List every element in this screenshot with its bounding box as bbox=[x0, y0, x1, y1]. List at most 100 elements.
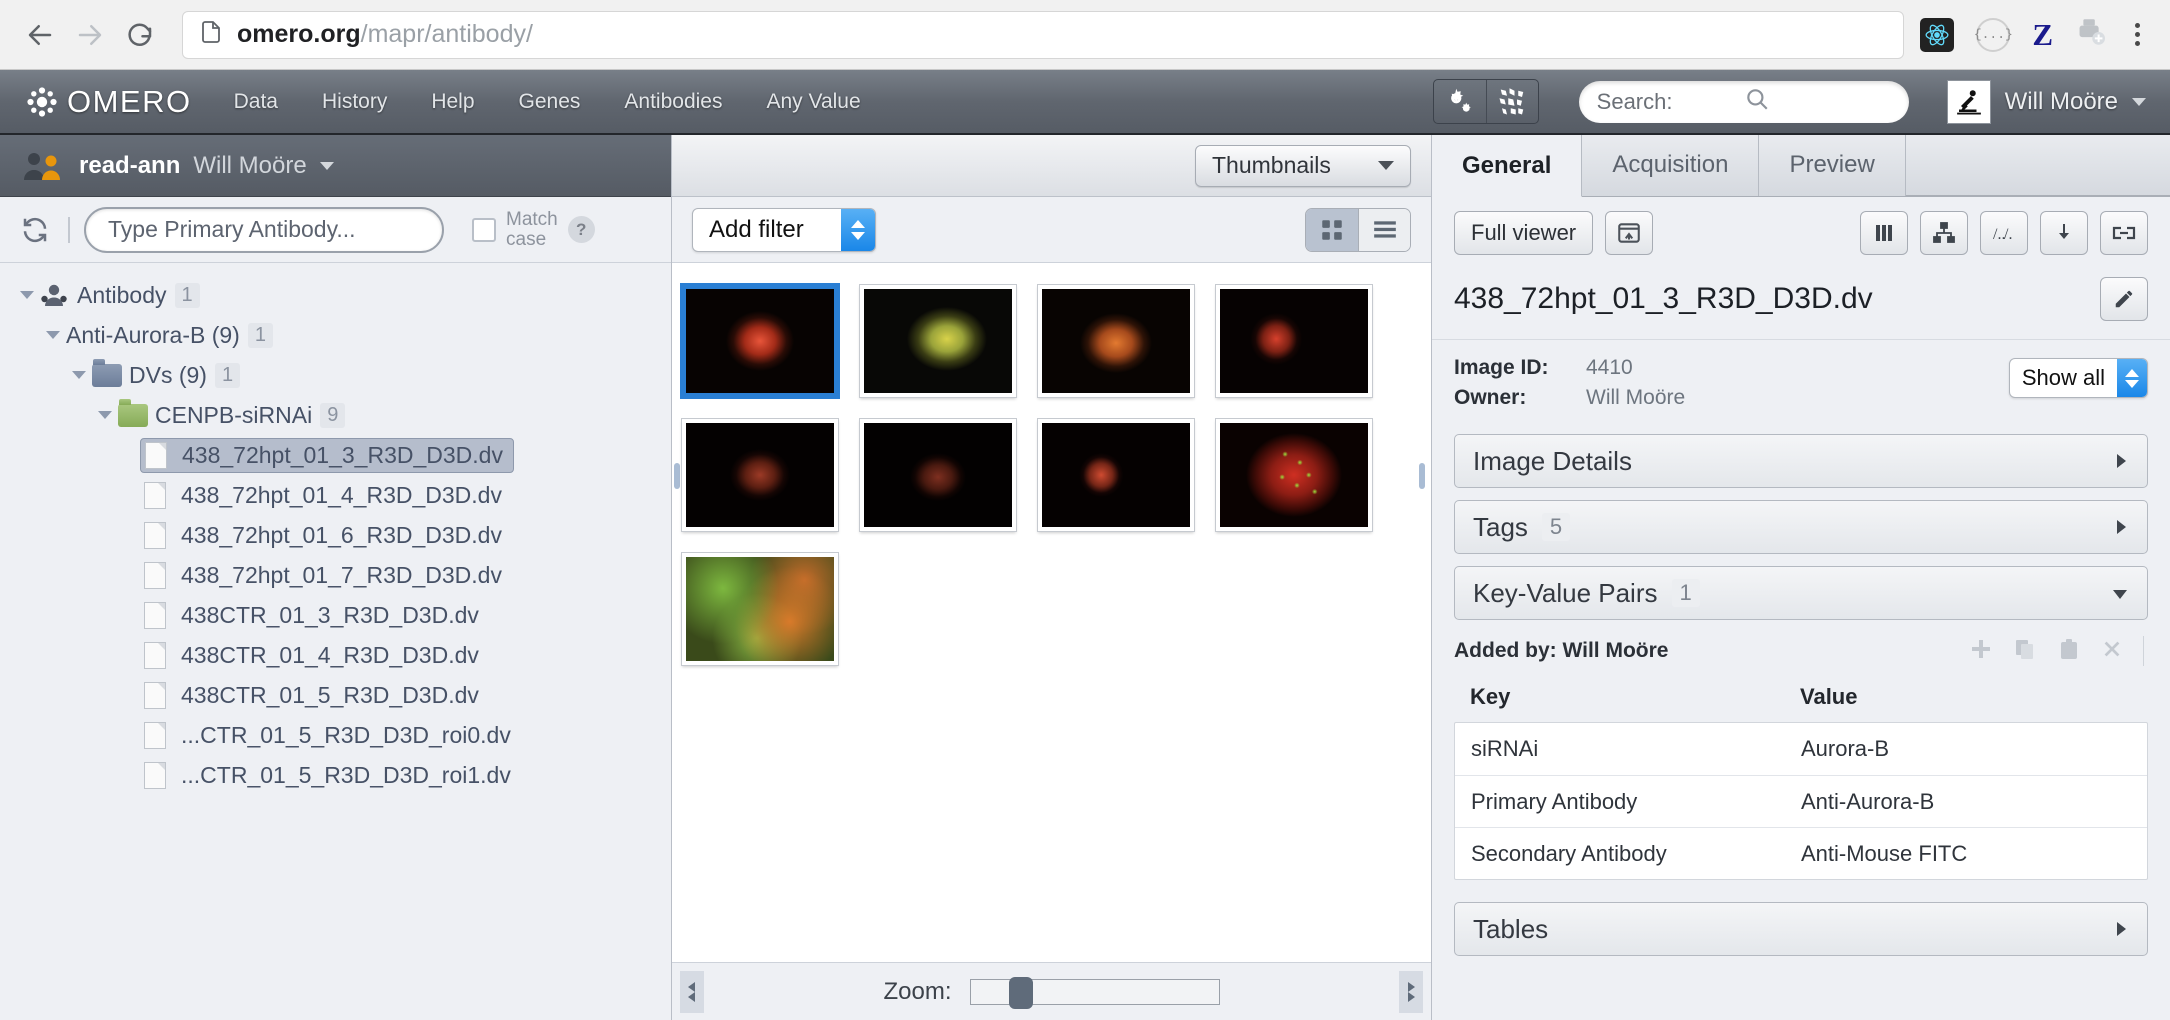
search-input[interactable]: Search: bbox=[1578, 80, 1909, 123]
tree-item-file[interactable]: 438CTR_01_4_R3D_D3D.dv bbox=[0, 635, 671, 675]
tree-item-file[interactable]: 438CTR_01_5_R3D_D3D.dv bbox=[0, 675, 671, 715]
thumbnail-item[interactable] bbox=[682, 553, 838, 665]
nav-item-any-value[interactable]: Any Value bbox=[744, 82, 882, 122]
thumbnail-item[interactable] bbox=[682, 419, 838, 531]
primary-antibody-input[interactable]: Type Primary Antibody... bbox=[84, 206, 444, 253]
accordion-tags[interactable]: Tags 5 bbox=[1454, 500, 2148, 554]
zoom-slider-handle[interactable] bbox=[1008, 976, 1033, 1009]
file bbox=[144, 561, 174, 589]
kv-table-row[interactable]: Primary Antibody Anti-Aurora-B bbox=[1455, 775, 2147, 827]
chrome-menu-icon[interactable] bbox=[2129, 23, 2146, 46]
thumbnail-item[interactable] bbox=[1038, 285, 1194, 397]
microscope-icon[interactable] bbox=[1946, 79, 1991, 124]
list-view-button[interactable] bbox=[1358, 208, 1410, 251]
zoom-slider[interactable] bbox=[969, 976, 1220, 1009]
roi-icon[interactable]: /../. bbox=[1980, 211, 2028, 255]
tree-twisty-icon[interactable] bbox=[14, 291, 40, 299]
gear-icon[interactable] bbox=[1434, 80, 1486, 123]
nav-item-help[interactable]: Help bbox=[409, 82, 496, 122]
thumbnail-item[interactable] bbox=[1216, 419, 1372, 531]
match-case-checkbox[interactable] bbox=[472, 217, 496, 242]
tree-item-node[interactable]: Anti-Aurora-B (9) 1 bbox=[0, 315, 671, 355]
refresh-icon[interactable] bbox=[16, 215, 54, 245]
figures-icon[interactable] bbox=[1485, 80, 1538, 123]
tree-item-node[interactable]: DVs (9) 1 bbox=[0, 355, 671, 395]
zotero-icon[interactable]: Z bbox=[2032, 17, 2053, 53]
collapse-left-icon[interactable] bbox=[680, 970, 704, 1013]
add-filter-stepper-icon[interactable] bbox=[841, 208, 875, 251]
tree-item-content: 438_72hpt_01_6_R3D_D3D.dv bbox=[144, 521, 502, 549]
kv-actions-divider bbox=[2143, 636, 2144, 666]
thumbnail-item[interactable] bbox=[1216, 285, 1372, 397]
tree-item-file[interactable]: 438_72hpt_01_7_R3D_D3D.dv bbox=[0, 555, 671, 595]
tab-preview[interactable]: Preview bbox=[1759, 134, 1906, 196]
back-button[interactable] bbox=[18, 13, 62, 57]
tree-twisty-icon[interactable] bbox=[66, 371, 92, 379]
print-icon[interactable] bbox=[2075, 18, 2107, 51]
address-bar[interactable]: omero.org/mapr/antibody/ bbox=[182, 10, 1905, 59]
view-mode-dropdown[interactable]: Thumbnails bbox=[1195, 144, 1411, 187]
tree-item-node[interactable]: CENPB-siRNAi 9 bbox=[0, 395, 671, 435]
nav-item-antibodies[interactable]: Antibodies bbox=[602, 82, 744, 122]
show-all-label: Show all bbox=[2021, 365, 2105, 390]
thumbnail-item[interactable] bbox=[860, 285, 1016, 397]
tree-item-node[interactable]: Antibody 1 bbox=[0, 275, 671, 315]
link-icon[interactable] bbox=[2100, 211, 2148, 255]
accordion-tables[interactable]: Tables bbox=[1454, 902, 2148, 956]
edit-name-icon[interactable] bbox=[2100, 277, 2148, 321]
add-icon[interactable] bbox=[1969, 637, 1993, 666]
omero-header: OMERO Data History Help Genes Antibodies… bbox=[0, 70, 2170, 135]
tree-item-file[interactable]: 438_72hpt_01_4_R3D_D3D.dv bbox=[0, 475, 671, 515]
paste-icon[interactable] bbox=[2057, 637, 2081, 666]
accordion-image-details[interactable]: Image Details bbox=[1454, 434, 2148, 488]
full-viewer-button[interactable]: Full viewer bbox=[1454, 211, 1594, 255]
omero-logo[interactable]: OMERO bbox=[0, 84, 212, 120]
tab-general[interactable]: General bbox=[1432, 135, 1583, 197]
right-tabs: General Acquisition Preview bbox=[1432, 134, 2170, 197]
tree-item-file[interactable]: 438_72hpt_01_3_R3D_D3D.dv bbox=[0, 435, 671, 475]
tree-item-label: ...CTR_01_5_R3D_D3D_roi0.dv bbox=[181, 721, 511, 748]
match-case-control[interactable]: Match case ? bbox=[472, 209, 595, 250]
nav-item-genes[interactable]: Genes bbox=[497, 82, 603, 122]
user-icon bbox=[40, 282, 70, 308]
nav-item-data[interactable]: Data bbox=[212, 82, 300, 122]
meta-value-owner: Will Moöre bbox=[1586, 386, 1686, 409]
forward-button[interactable] bbox=[68, 13, 112, 57]
view-toggle-group bbox=[1305, 207, 1411, 252]
tree-item-file[interactable]: ...CTR_01_5_R3D_D3D_roi1.dv bbox=[0, 755, 671, 795]
show-all-stepper-icon[interactable] bbox=[2117, 359, 2147, 397]
json-viewer-icon[interactable]: {...} bbox=[1974, 17, 2013, 52]
tree-item-file[interactable]: 438_72hpt_01_6_R3D_D3D.dv bbox=[0, 515, 671, 555]
user-menu[interactable]: Will Moöre bbox=[1946, 79, 2146, 124]
tree-item-badge: 1 bbox=[174, 282, 200, 308]
tree-twisty-icon[interactable] bbox=[92, 411, 118, 419]
group-selector[interactable]: read-ann Will Moöre bbox=[0, 135, 671, 197]
tree-item-file[interactable]: 438CTR_01_3_R3D_D3D.dv bbox=[0, 595, 671, 635]
tree-item-label: ...CTR_01_5_R3D_D3D_roi1.dv bbox=[181, 761, 511, 788]
meta-key-image-id: Image ID: bbox=[1454, 356, 1549, 379]
grid-view-button[interactable] bbox=[1306, 208, 1358, 251]
kv-table-row[interactable]: Secondary Antibody Anti-Mouse FITC bbox=[1455, 827, 2147, 879]
accordion-key-value-pairs[interactable]: Key-Value Pairs 1 bbox=[1454, 566, 2148, 620]
add-filter-select[interactable]: Add filter bbox=[692, 207, 876, 252]
tree-item-content: 438CTR_01_5_R3D_D3D.dv bbox=[144, 681, 479, 709]
kv-table-row[interactable]: siRNAi Aurora-B bbox=[1455, 723, 2147, 775]
show-all-select[interactable]: Show all bbox=[2008, 358, 2148, 398]
hierarchy-icon[interactable] bbox=[1920, 211, 1968, 255]
collapse-right-icon[interactable] bbox=[1399, 970, 1423, 1013]
reload-button[interactable] bbox=[118, 13, 162, 57]
help-icon[interactable]: ? bbox=[567, 216, 595, 243]
open-in-window-icon[interactable] bbox=[1605, 211, 1654, 255]
thumbnail-item[interactable] bbox=[1038, 419, 1194, 531]
thumbnail-item[interactable] bbox=[682, 285, 838, 397]
tab-acquisition[interactable]: Acquisition bbox=[1582, 134, 1760, 196]
close-icon[interactable] bbox=[2101, 638, 2123, 665]
tree-twisty-icon[interactable] bbox=[40, 331, 66, 339]
split-view-icon[interactable] bbox=[1860, 211, 1908, 255]
react-devtools-icon[interactable] bbox=[1920, 17, 1955, 52]
thumbnail-item[interactable] bbox=[860, 419, 1016, 531]
nav-item-history[interactable]: History bbox=[300, 82, 409, 122]
copy-icon[interactable] bbox=[2013, 637, 2037, 666]
download-icon[interactable] bbox=[2040, 211, 2088, 255]
tree-item-file[interactable]: ...CTR_01_5_R3D_D3D_roi0.dv bbox=[0, 715, 671, 755]
